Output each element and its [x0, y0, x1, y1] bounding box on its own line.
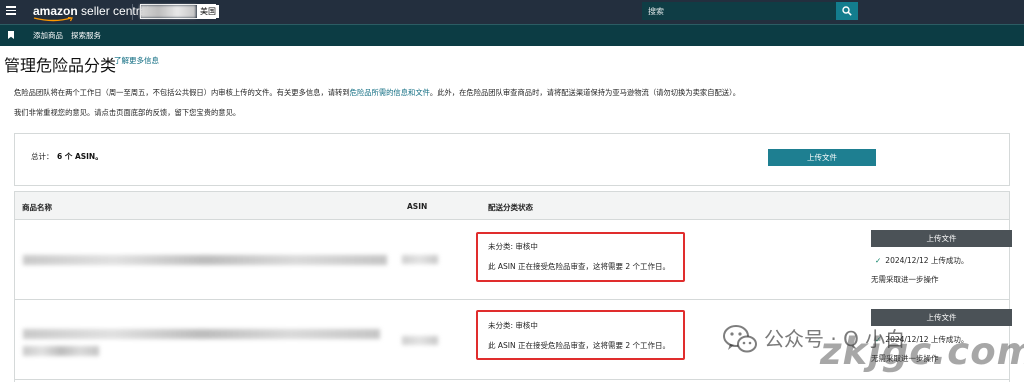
table-header: 商品名称 ASIN 配送分类状态	[15, 192, 1009, 220]
product-name-redacted	[23, 329, 380, 339]
intro-paragraph: 危险品团队将在两个工作日（周一至周五，不包括公共假日）内审核上传的文件。有关更多…	[14, 88, 740, 98]
highlight-box	[476, 310, 685, 360]
logo-product: seller central	[77, 4, 150, 18]
asin-redacted	[402, 255, 438, 264]
total-label: 总计：	[31, 152, 54, 161]
bookmark-icon[interactable]	[8, 31, 14, 39]
column-asin: ASIN	[407, 202, 428, 211]
column-status: 配送分类状态	[488, 203, 533, 212]
secondary-nav: 添加商品 探索服务	[0, 24, 1024, 46]
search-box	[642, 2, 836, 20]
product-name-redacted	[23, 346, 99, 356]
feedback-paragraph: 我们非常重视您的意见。请点击页面底部的反馈，留下您宝贵的意见。	[14, 108, 241, 117]
upload-file-button[interactable]: 上传文件	[768, 149, 876, 166]
intro-text-post: 。此外，在危险品团队审查商品时，请将配送渠道保持为亚马逊物流（请勿切换为卖家自配…	[429, 88, 741, 97]
learn-more-link[interactable]: 了解更多信息	[114, 55, 159, 66]
search-button[interactable]	[836, 2, 858, 20]
asin-redacted	[402, 336, 438, 345]
page-title: 管理危险品分类	[4, 56, 117, 75]
product-name-redacted	[23, 255, 387, 265]
store-name-redacted	[140, 5, 196, 18]
watermark-site: zkjgc.com	[820, 330, 1024, 373]
logo-brand: amazon	[33, 4, 78, 18]
marketplace-label[interactable]: 美国	[197, 5, 219, 18]
nav-explore-services[interactable]: 探索服务	[71, 30, 101, 41]
nav-add-products[interactable]: 添加商品	[33, 30, 63, 41]
amazon-smile-icon	[33, 17, 73, 22]
row-upload-button[interactable]: 上传文件	[871, 230, 1012, 247]
search-icon	[842, 6, 852, 16]
no-action-text: 无需采取进一步操作	[871, 275, 939, 284]
total-value: 6 个 ASIN。	[57, 152, 103, 161]
check-icon: ✓	[875, 256, 882, 265]
hazmat-docs-link[interactable]: 危险品所需的信息和文件	[350, 88, 430, 97]
highlight-box	[476, 232, 685, 282]
intro-text-pre: 危险品团队将在两个工作日（周一至周五，不包括公共假日）内审核上传的文件。有关更多…	[14, 88, 350, 97]
success-text: 2024/12/12 上传成功。	[885, 256, 969, 265]
top-bar: amazon seller central 美国	[0, 0, 1024, 24]
column-product-name: 商品名称	[22, 203, 52, 212]
table-row: 未分类: 审核中 此 ASIN 正在接受危险品审查，这将需要 2 个工作日。 上…	[15, 220, 1012, 300]
search-input[interactable]	[642, 2, 836, 20]
summary-panel: 总计： 6 个 ASIN。 上传文件	[14, 133, 1010, 186]
upload-success: ✓ 2024/12/12 上传成功。	[875, 255, 968, 266]
menu-icon[interactable]	[6, 6, 16, 15]
wechat-icon	[723, 325, 757, 353]
divider	[132, 4, 133, 20]
